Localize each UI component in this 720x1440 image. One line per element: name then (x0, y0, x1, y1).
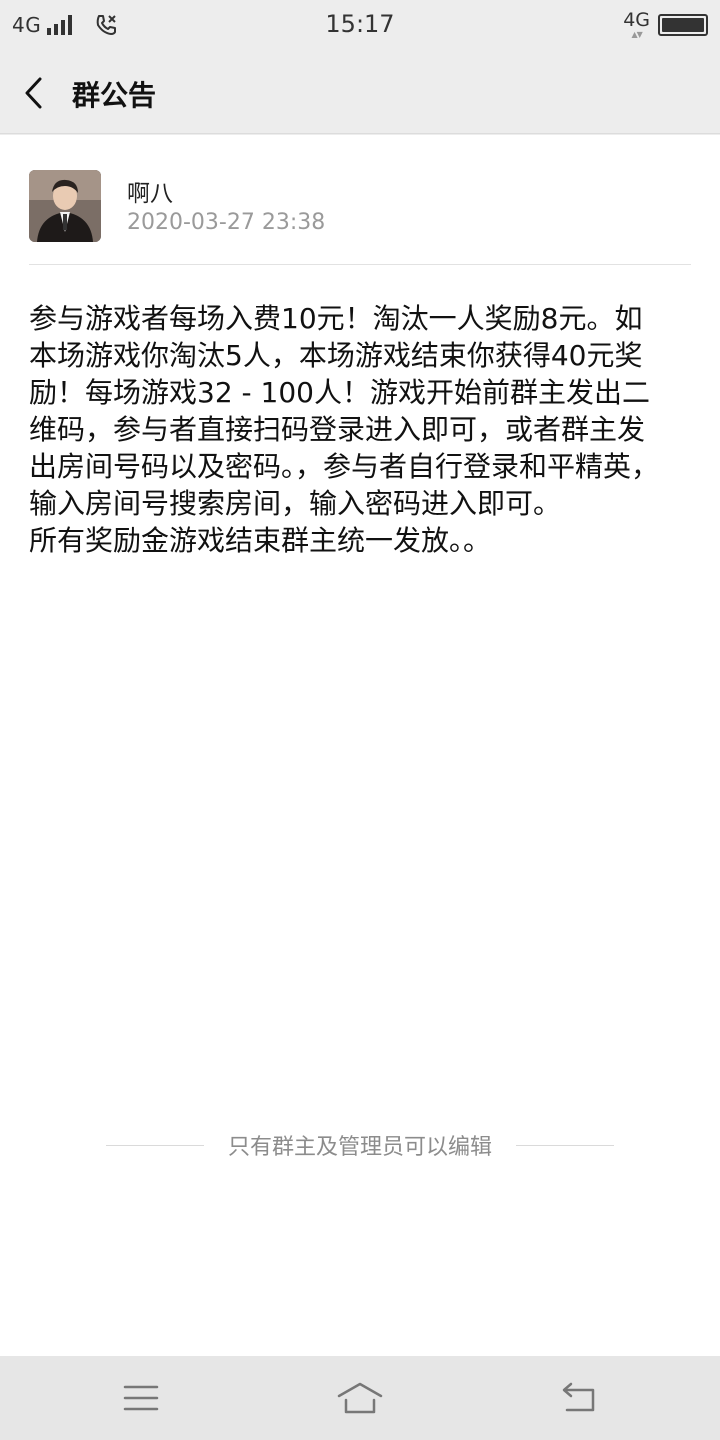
avatar-image (29, 170, 101, 242)
avatar[interactable] (29, 170, 101, 242)
divider (29, 264, 691, 265)
status-time: 15:17 (325, 10, 395, 38)
status-bar: 4G 15:17 4G ▲▼ (0, 0, 720, 50)
menu-icon[interactable] (121, 1380, 161, 1416)
home-icon[interactable] (336, 1380, 384, 1416)
author-row: 啊八 2020-03-27 23:38 (29, 170, 691, 260)
screen: 4G 15:17 4G ▲▼ 群公告 啊八 2020-03-27 23:38 参… (0, 0, 720, 1440)
edit-note-text: 只有群主及管理员可以编辑 (227, 1135, 492, 1160)
network-indicator: 4G ▲▼ (623, 11, 650, 39)
note-divider-left (105, 1144, 204, 1146)
network-type-right: 4G (623, 9, 650, 31)
announcement-body: 参与游戏者每场入费10元！淘汰一人奖励8元。如本场游戏你淘汰5人，本场游戏结束你… (29, 302, 660, 557)
system-nav-bar (0, 1356, 720, 1440)
header: 群公告 (0, 50, 720, 134)
edit-permission-note: 只有群主及管理员可以编辑 (0, 1127, 720, 1163)
battery-level (662, 18, 704, 32)
author-name: 啊八 (127, 181, 173, 207)
status-right: 4G ▲▼ (623, 8, 708, 42)
back-chevron-icon[interactable] (22, 76, 46, 110)
announcement-timestamp: 2020-03-27 23:38 (127, 210, 326, 235)
announcement-content: 啊八 2020-03-27 23:38 参与游戏者每场入费10元！淘汰一人奖励8… (0, 135, 720, 1356)
battery-icon (658, 14, 708, 36)
note-divider-right (516, 1144, 614, 1146)
data-arrows-icon: ▲▼ (631, 30, 642, 39)
page-title: 群公告 (72, 79, 157, 112)
back-icon[interactable] (559, 1380, 599, 1416)
